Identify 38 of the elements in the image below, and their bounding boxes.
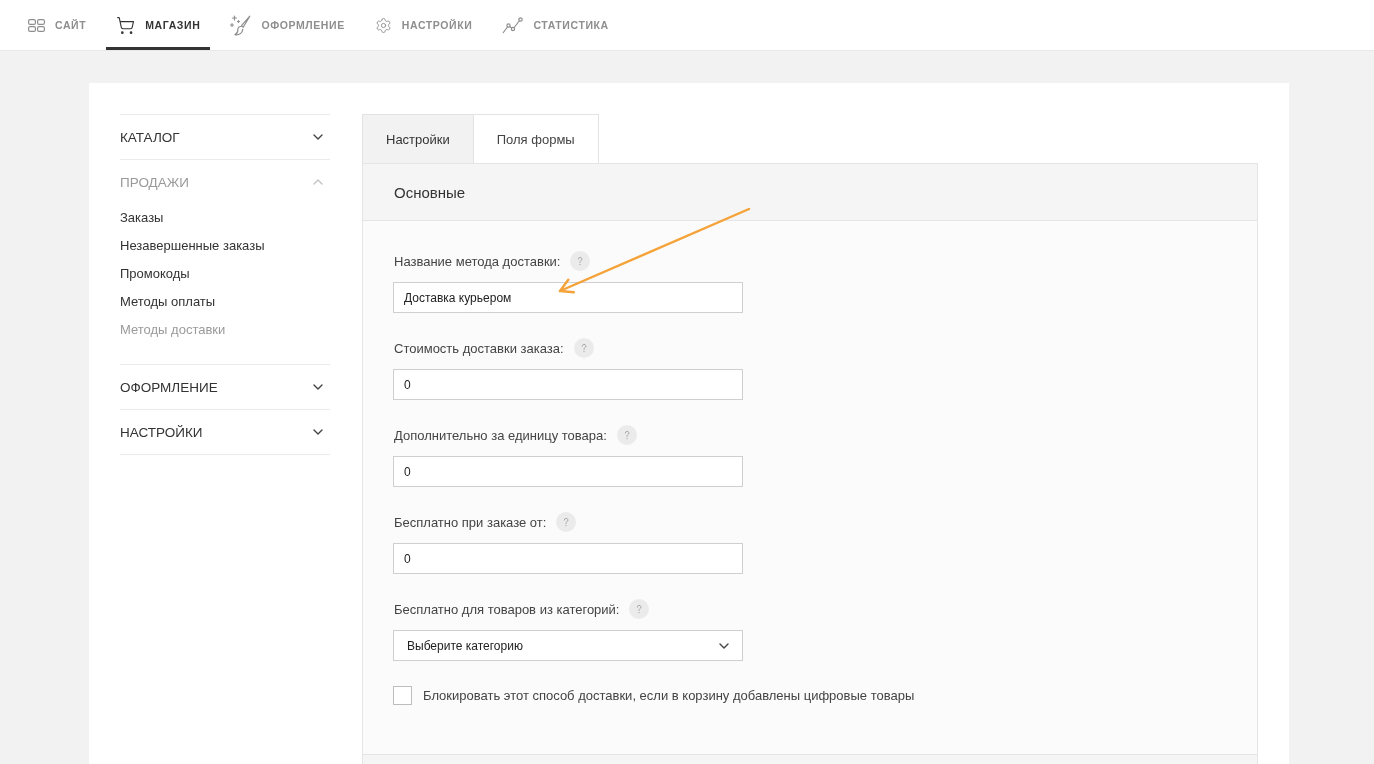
sidebar-link[interactable]: Незавершенные заказы [120, 232, 265, 260]
field-label: Бесплатно при заказе от: [394, 514, 547, 530]
field-label: Бесплатно для товаров из категорий: [394, 601, 620, 617]
chevron-down-icon [719, 642, 729, 649]
line-chart-icon [502, 16, 524, 34]
chevron-up-icon [313, 179, 323, 185]
field-label: Стоимость доставки заказа: [394, 340, 564, 356]
sidebar-section-header[interactable]: КАТАЛОГ [120, 115, 330, 159]
sidebar-section-header[interactable]: ОФОРМЛЕНИЕ [120, 365, 330, 409]
help-icon[interactable] [573, 338, 594, 358]
gear-icon [374, 16, 392, 34]
section-title: Основные [394, 183, 466, 201]
sidebar-link[interactable]: Промокоды [120, 260, 190, 288]
sidebar-link[interactable]: Методы оплаты [120, 288, 216, 316]
text-input[interactable]: 0 [393, 369, 743, 400]
category-select[interactable]: Выберите категорию [393, 630, 743, 661]
tab[interactable]: Настройки [362, 114, 474, 163]
help-icon[interactable] [616, 425, 637, 445]
field-label: Название метода доставки: [394, 253, 561, 269]
cart-icon [116, 15, 136, 35]
tab[interactable]: Поля формы [473, 114, 599, 163]
nav-tab[interactable]: МАГАЗИН [106, 0, 211, 50]
help-icon[interactable] [556, 512, 577, 532]
grid-icon [28, 18, 45, 32]
text-input[interactable]: 0 [393, 456, 743, 487]
checkbox-label: Блокировать этот способ доставки, если в корзину добавлены цифровые товары [423, 688, 915, 703]
checkbox[interactable] [393, 686, 412, 705]
sidebar-link[interactable]: Заказы [120, 204, 164, 232]
text-input[interactable]: Доставка курьером [393, 282, 743, 313]
brush-icon [230, 14, 252, 36]
chevron-down-icon [313, 134, 323, 140]
sidebar-section-header[interactable]: НАСТРОЙКИ [120, 410, 330, 454]
help-icon[interactable] [629, 599, 650, 619]
chevron-down-icon [313, 384, 323, 390]
field-label: Дополнительно за единицу товара: [394, 427, 607, 443]
help-icon[interactable] [570, 251, 591, 271]
chevron-down-icon [313, 429, 323, 435]
text-input[interactable]: 0 [393, 543, 743, 574]
